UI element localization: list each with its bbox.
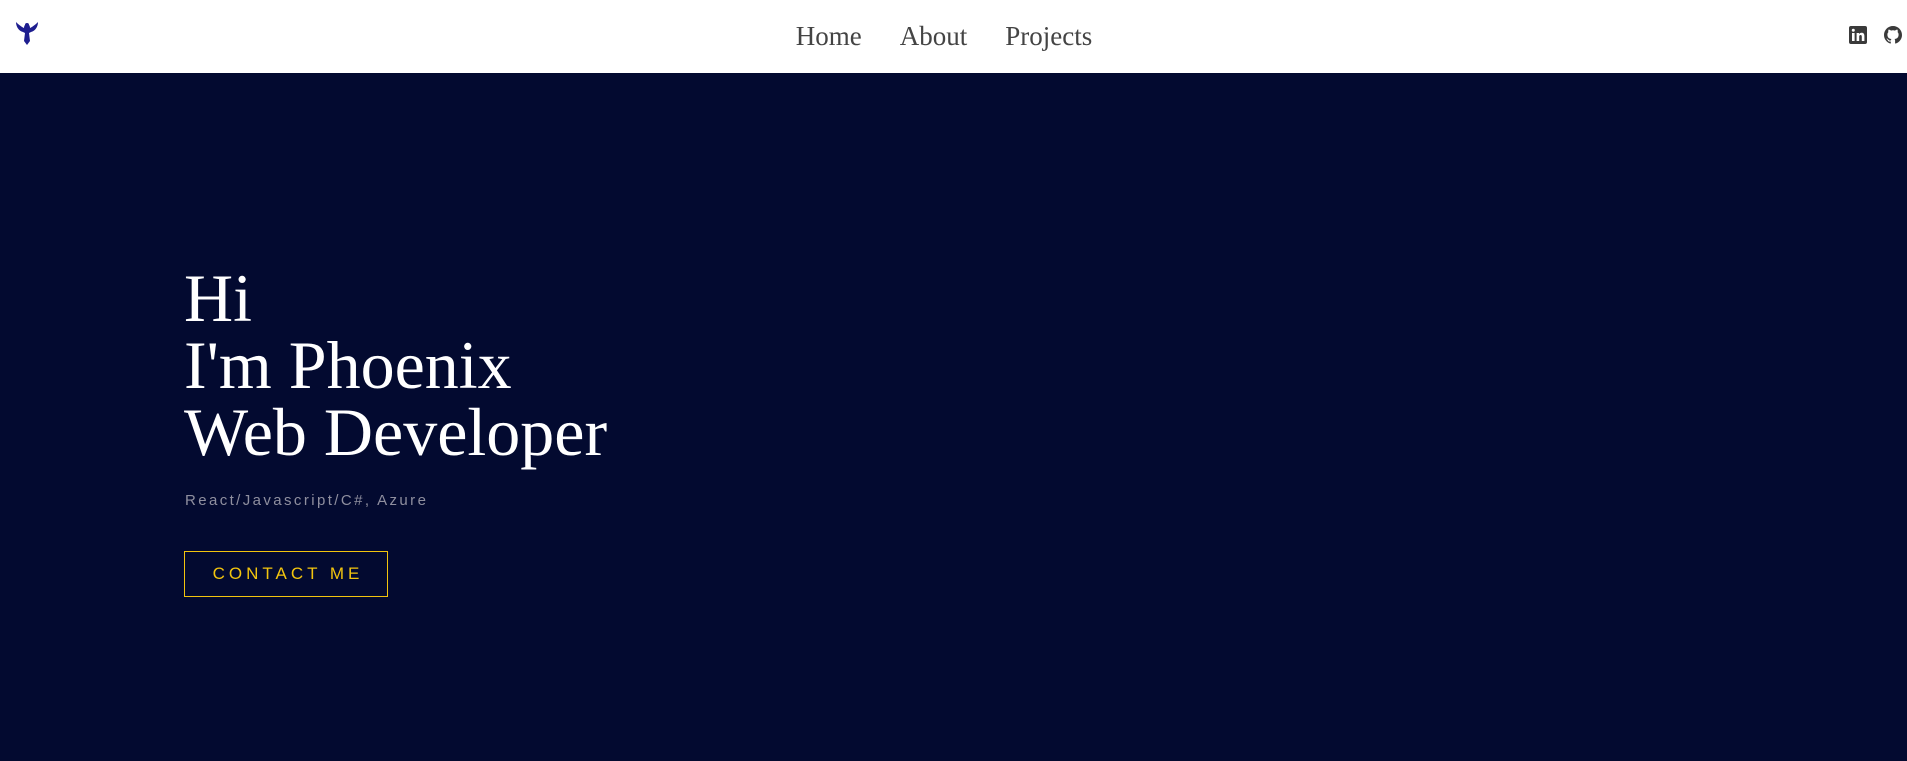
- hero-title: Hi I'm Phoenix Web Developer: [184, 260, 608, 470]
- hero-name: I'm Phoenix: [184, 327, 512, 403]
- nav-link-home[interactable]: Home: [796, 0, 862, 73]
- nav-link-about[interactable]: About: [900, 0, 968, 73]
- nav-link-projects[interactable]: Projects: [1005, 0, 1092, 73]
- hero-role: Web Developer: [184, 394, 608, 470]
- linkedin-icon[interactable]: [1848, 25, 1868, 45]
- contact-me-button[interactable]: CONTACT ME: [184, 551, 388, 597]
- hero-greeting: Hi: [184, 260, 252, 336]
- hero-section: Hi I'm Phoenix Web Developer React/Javas…: [0, 73, 1907, 761]
- social-links: [1848, 24, 1907, 46]
- navbar: Home About Projects: [0, 0, 1907, 73]
- github-icon[interactable]: [1883, 25, 1903, 45]
- hero-skills: React/Javascript/C#, Azure: [185, 492, 429, 509]
- phoenix-logo-icon[interactable]: [13, 19, 41, 47]
- main-nav: Home About Projects: [0, 0, 1907, 73]
